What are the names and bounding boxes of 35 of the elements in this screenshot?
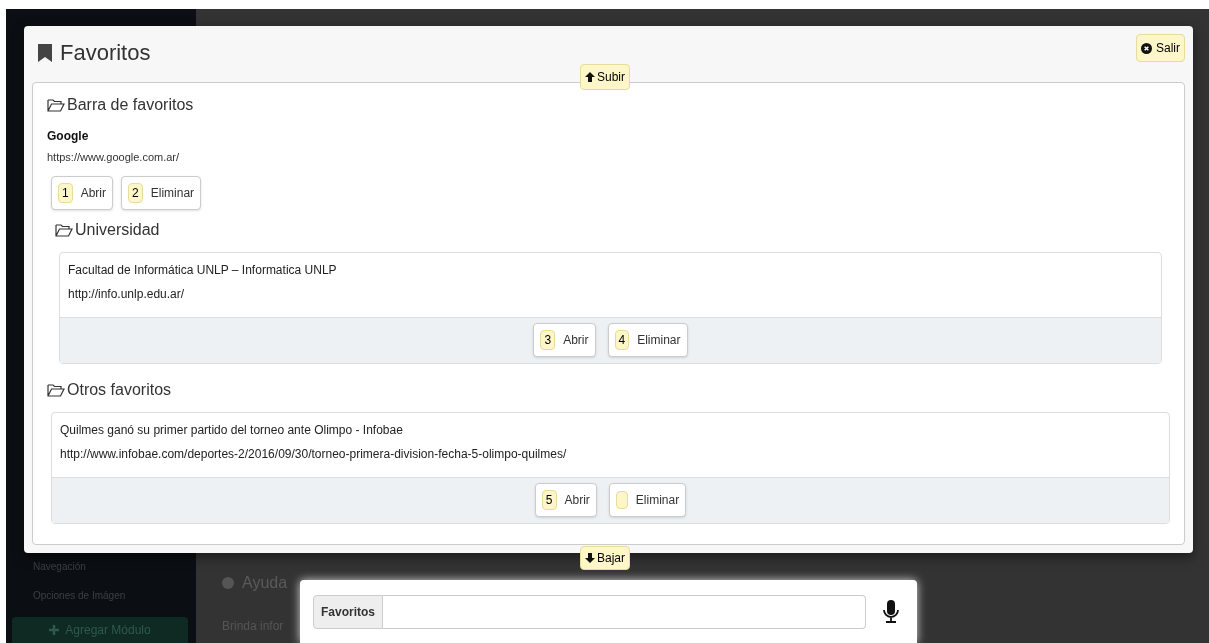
plus-icon (49, 625, 60, 635)
scroll-up-button[interactable]: Subir (580, 64, 630, 90)
scroll-down-button[interactable]: Bajar (580, 546, 630, 570)
bookmark-url: http://info.unlp.edu.ar/ (68, 285, 186, 303)
folder-icon (55, 222, 73, 237)
bookmark-url: https://www.google.com.ar/ (47, 150, 181, 165)
shortcut-key: 5 (541, 490, 557, 510)
bookmark-title: Google (47, 128, 90, 145)
action-button[interactable]: 4 Eliminar (607, 323, 688, 357)
bookmark-url: http://www.infobae.com/deportes-2/2016/09/30/torneo-primera-division-fecha-5-olimpo-quilmes/ (60, 445, 568, 463)
action-button[interactable]: 1 Abrir (51, 175, 114, 210)
action-button[interactable]: Eliminar (608, 483, 687, 517)
action-button[interactable]: 5 Abrir (534, 483, 597, 517)
folder-icon (47, 382, 65, 397)
folder-icon (47, 98, 65, 112)
modal-title: Favoritos (60, 39, 151, 67)
close-icon (1141, 42, 1152, 54)
arrow-down-icon (585, 553, 595, 563)
arrow-up-icon (585, 72, 595, 82)
microphone-icon[interactable] (882, 599, 900, 624)
shortcut-key: 1 (58, 182, 73, 203)
bookmark-icon (38, 43, 52, 62)
action-button[interactable]: 3 Abrir (533, 323, 596, 357)
bookmark-title: Facultad de Informática UNLP – Informatica UNLP (68, 261, 338, 279)
shortcut-key: 4 (614, 330, 630, 350)
input-label: Favoritos (313, 594, 383, 629)
close-button[interactable]: Salir (1136, 34, 1185, 62)
folder-title: Barra de favoritos (67, 95, 194, 115)
bookmark-title: Quilmes ganó su primer partido del torneo ante Olimpo - Infobae (60, 421, 404, 439)
action-button[interactable]: 2 Eliminar (121, 175, 202, 210)
voice-input-field[interactable] (383, 594, 866, 629)
shortcut-key: 3 (540, 330, 556, 350)
folder-title: Universidad (75, 219, 160, 240)
folder-title: Otros favoritos (67, 379, 172, 400)
shortcut-key: 2 (128, 182, 143, 203)
